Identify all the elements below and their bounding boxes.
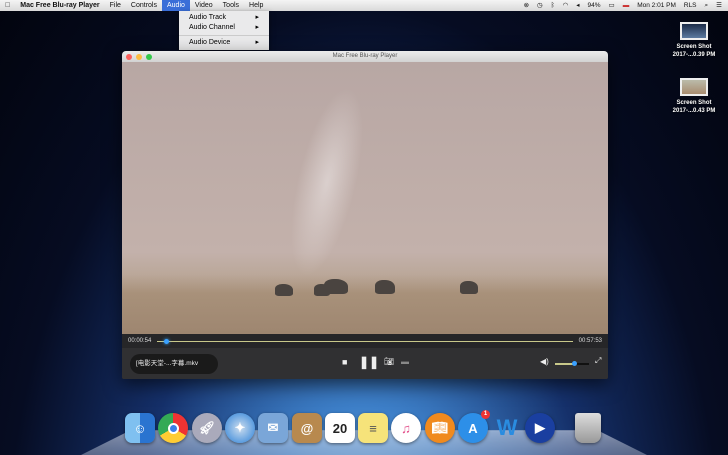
- word-icon[interactable]: W: [492, 413, 522, 443]
- volume-handle[interactable]: [572, 361, 577, 366]
- desktop-file[interactable]: Screen Shot 2017-...0.43 PM: [666, 78, 722, 115]
- safari-icon[interactable]: ✦: [225, 413, 255, 443]
- zoom-button[interactable]: [146, 54, 152, 60]
- battery-icon[interactable]: ▭: [609, 0, 615, 11]
- video-area[interactable]: [122, 62, 608, 334]
- flag-icon[interactable]: ▬: [623, 0, 630, 11]
- volume-icon[interactable]: ◀): [540, 357, 549, 366]
- stop-icon[interactable]: ■: [342, 357, 347, 367]
- player-window: Mac Free Blu-ray Player 00:00:54 00:57:5…: [122, 51, 608, 379]
- volume-slider[interactable]: [555, 361, 589, 366]
- menu-item-audio-device[interactable]: Audio Device ▸: [179, 38, 269, 48]
- window-title: Mac Free Blu-ray Player: [332, 53, 398, 59]
- menu-controls[interactable]: Controls: [126, 0, 162, 11]
- file-name: 2017-...0.39 PM: [672, 52, 716, 58]
- menu-item-audio-track[interactable]: Audio Track ▸: [179, 13, 269, 23]
- notes-icon[interactable]: ≡: [358, 413, 388, 443]
- folder-icon[interactable]: ▬: [401, 357, 409, 366]
- title-bar[interactable]: Mac Free Blu-ray Player: [122, 51, 608, 62]
- chrome-icon[interactable]: [158, 413, 188, 443]
- submenu-arrow-icon: ▸: [255, 39, 259, 46]
- trash-icon[interactable]: [575, 413, 601, 443]
- launchpad-icon[interactable]: 🚀︎: [192, 413, 222, 443]
- video-frame-elephant: [375, 280, 395, 294]
- file-name: Screen Shot: [676, 44, 712, 50]
- volume-icon[interactable]: ◂: [576, 0, 579, 11]
- finder-icon[interactable]: ☺: [125, 413, 155, 443]
- notification-icon[interactable]: ☰: [716, 0, 722, 11]
- menu-separator: [179, 35, 269, 36]
- control-bar: [电影天堂-...字幕.mkv ■ ❚❚ 📷︎ ▬ ◀) ⤢: [122, 348, 608, 379]
- elapsed-time: 00:00:54: [128, 338, 152, 344]
- battery-percent[interactable]: 94%: [588, 0, 601, 11]
- menu-tools[interactable]: Tools: [218, 0, 244, 11]
- desktop-file[interactable]: Screen Shot 2017-...0.39 PM: [666, 22, 722, 59]
- fullscreen-icon[interactable]: ⤢: [595, 356, 601, 366]
- clock[interactable]: Mon 2:01 PM: [637, 0, 676, 11]
- calendar-icon[interactable]: 20: [325, 413, 355, 443]
- video-frame-elephant: [324, 279, 348, 294]
- file-name: 2017-...0.43 PM: [672, 108, 716, 114]
- screenshot-thumbnail: [680, 78, 708, 96]
- itunes-icon[interactable]: ♫: [391, 413, 421, 443]
- camera-icon[interactable]: 📷︎: [384, 357, 394, 366]
- menu-video[interactable]: Video: [190, 0, 218, 11]
- file-name-pill[interactable]: [电影天堂-...字幕.mkv: [130, 354, 218, 374]
- spotlight-icon[interactable]: ⌕: [705, 0, 709, 11]
- label: Audio Device: [189, 39, 231, 46]
- progress-handle[interactable]: [164, 338, 169, 344]
- user-name[interactable]: RLS: [684, 0, 697, 11]
- volume-fill: [555, 363, 574, 365]
- app-store-badge: 1: [481, 410, 490, 419]
- ibooks-icon[interactable]: 📖︎: [425, 413, 455, 443]
- file-name: Screen Shot: [676, 100, 712, 106]
- mail-icon[interactable]: ✉: [258, 413, 288, 443]
- word-letter: W: [496, 415, 518, 440]
- wifi-icon[interactable]: ◠: [563, 0, 569, 11]
- blu-ray-player-icon[interactable]: ▶: [525, 413, 555, 443]
- calendar-day: 20: [332, 420, 348, 436]
- menu-item-audio-channel[interactable]: Audio Channel ▸: [179, 23, 269, 33]
- menu-audio[interactable]: Audio: [161, 0, 190, 11]
- close-button[interactable]: [126, 54, 132, 60]
- menu-file[interactable]: File: [105, 0, 126, 11]
- submenu-arrow-icon: ▸: [255, 14, 259, 21]
- menu-bar:  Mac Free Blu-ray Player File Controls …: [0, 0, 728, 11]
- audio-dropdown-menu: Audio Track ▸ Audio Channel ▸ Audio Device…: [179, 11, 269, 50]
- app-store-icon[interactable]: A1: [458, 410, 490, 443]
- progress-track[interactable]: [157, 338, 573, 344]
- contacts-icon[interactable]: @: [292, 413, 322, 443]
- video-frame-elephant: [460, 281, 478, 294]
- menu-app[interactable]: Mac Free Blu-ray Player: [15, 0, 104, 11]
- label: Audio Track: [189, 14, 226, 21]
- bluetooth-icon[interactable]: ᛒ: [551, 0, 555, 11]
- apple-icon[interactable]: : [0, 0, 15, 11]
- video-frame-tornado: [268, 72, 386, 292]
- status-icon[interactable]: ⊗: [524, 0, 529, 11]
- screenshot-thumbnail: [680, 22, 708, 40]
- submenu-arrow-icon: ▸: [255, 24, 259, 31]
- total-time: 00:57:53: [578, 338, 602, 344]
- pause-icon[interactable]: ❚❚: [359, 355, 379, 369]
- minimize-button[interactable]: [136, 54, 142, 60]
- time-machine-icon[interactable]: ◷: [537, 0, 543, 11]
- video-frame-elephant: [275, 284, 293, 296]
- label: Audio Channel: [189, 24, 235, 31]
- seek-bar: 00:00:54 00:57:53: [122, 334, 608, 348]
- menu-help[interactable]: Help: [244, 0, 268, 11]
